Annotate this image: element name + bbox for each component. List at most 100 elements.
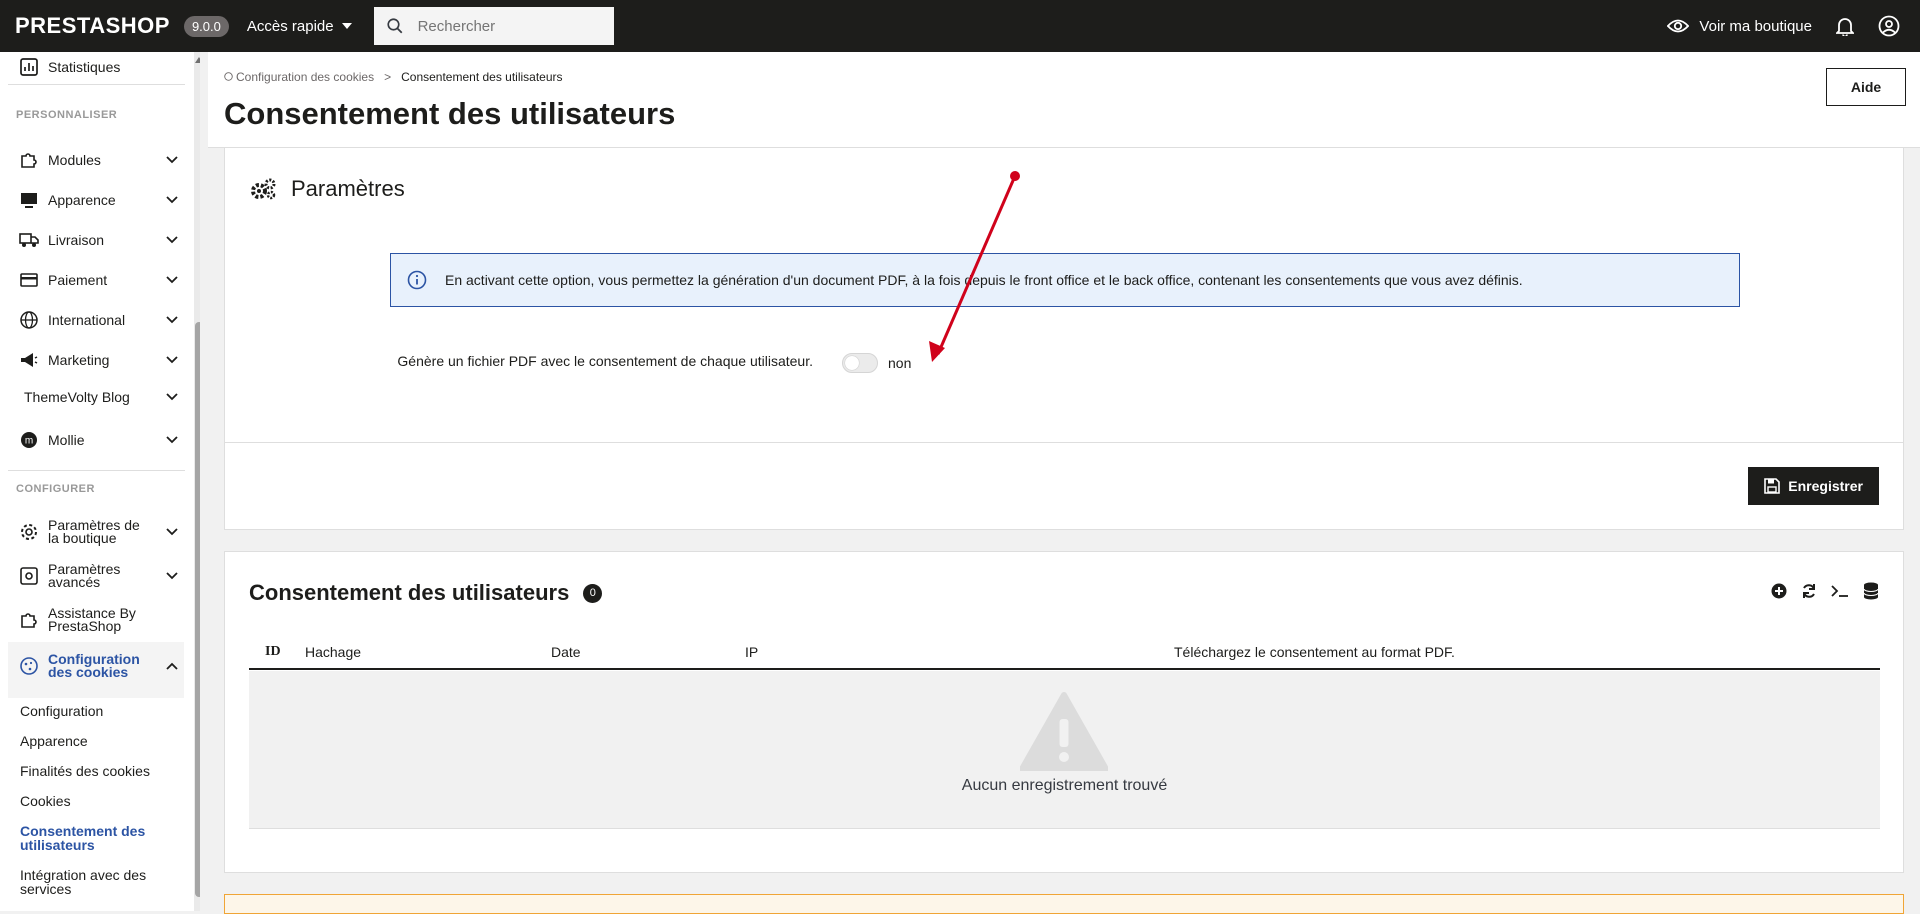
column-date[interactable]: Date (551, 644, 581, 660)
sidebar-scroll-thumb[interactable] (195, 322, 200, 897)
chevron-down-icon (166, 393, 178, 401)
sidebar: Statistiques PERSONNALISER Modules Appar… (0, 52, 200, 911)
sidebar-item-label: Assistance By PrestaShop (48, 605, 136, 634)
user-account-icon[interactable] (1878, 15, 1900, 37)
sidebar-item-label: Livraison (48, 232, 105, 248)
sidebar-subitem-apparence[interactable]: Apparence (20, 734, 88, 748)
sidebar-item-modules[interactable]: Modules (18, 149, 178, 171)
puzzle-icon (18, 609, 40, 631)
settings-box-icon (18, 565, 40, 587)
pdf-option-label: Génère un fichier PDF avec le consenteme… (397, 353, 813, 369)
view-shop-label: Voir ma boutique (1699, 17, 1812, 35)
sidebar-item-label: Modules (48, 152, 101, 168)
panel-footer-divider (225, 442, 1903, 443)
breadcrumb-parent-link[interactable]: Configuration des cookies (224, 70, 374, 84)
version-badge: 9.0.0 (183, 15, 229, 37)
monitor-icon (18, 189, 40, 211)
sidebar-item-label: Mollie (48, 432, 85, 448)
toggle-state-label: non (888, 355, 912, 371)
table-header: ID Hachage Date IP Téléchargez le consen… (249, 638, 1880, 670)
bell-icon[interactable] (1836, 16, 1854, 36)
sidebar-item-parametres-boutique[interactable]: Paramètres de la boutique (18, 517, 178, 546)
column-ip[interactable]: IP (745, 644, 758, 660)
sidebar-subitem-configuration[interactable]: Configuration (20, 704, 103, 718)
breadcrumb-separator: > (384, 70, 392, 84)
chevron-down-icon (166, 316, 178, 324)
empty-table-state: Aucun enregistrement trouvé (249, 671, 1880, 829)
help-button[interactable]: Aide (1826, 68, 1906, 106)
divider (8, 470, 185, 471)
column-hachage[interactable]: Hachage (305, 644, 361, 660)
credit-card-icon (18, 269, 40, 291)
sidebar-item-configuration-cookies[interactable]: Configuration des cookies (18, 651, 178, 680)
mollie-icon: m (18, 429, 40, 451)
caret-down-icon (341, 23, 352, 29)
divider (8, 84, 185, 85)
sidebar-item-label: Paiement (48, 272, 108, 288)
floppy-disk-icon (1764, 478, 1781, 494)
sidebar-item-mollie[interactable]: m Mollie (18, 429, 178, 451)
warning-icon (1020, 692, 1108, 771)
search-input[interactable] (417, 17, 588, 35)
sidebar-item-parametres-avances[interactable]: Paramètres avancés (18, 561, 178, 590)
consent-list-title-text: Consentement des utilisateurs (249, 580, 570, 605)
megaphone-icon (18, 349, 40, 371)
truck-icon (18, 229, 40, 251)
sidebar-item-livraison[interactable]: Livraison (18, 229, 178, 251)
column-pdf: Téléchargez le consentement au format PD… (1174, 644, 1455, 660)
chart-icon (18, 56, 40, 78)
quick-access-dropdown[interactable]: Accès rapide (247, 18, 352, 35)
info-alert: En activant cette option, vous permettez… (390, 253, 1740, 307)
column-id[interactable]: ID (265, 644, 281, 660)
cookie-icon (224, 72, 233, 81)
save-button[interactable]: Enregistrer (1748, 467, 1879, 505)
chevron-down-icon (166, 276, 178, 284)
sidebar-item-label: Configuration des cookies (48, 651, 140, 680)
consent-list-title: Consentement des utilisateurs 0 (249, 580, 603, 606)
view-shop-link[interactable]: Voir ma boutique (1667, 18, 1812, 35)
refresh-icon[interactable] (1801, 583, 1817, 599)
scroll-up-arrow-icon[interactable] (195, 56, 200, 64)
info-text: En activant cette option, vous permettez… (445, 272, 1523, 288)
sidebar-item-label: Marketing (48, 352, 110, 368)
sidebar-item-label: Paramètres de la boutique (48, 517, 140, 546)
sidebar-subitem-cookies[interactable]: Cookies (20, 794, 71, 808)
sidebar-subitem-integration[interactable]: Intégration avec des services (20, 868, 160, 896)
add-circle-icon[interactable] (1771, 583, 1787, 599)
chevron-down-icon (166, 436, 178, 444)
sidebar-item-apparence[interactable]: Apparence (18, 189, 178, 211)
gear-icon (18, 521, 40, 543)
chevron-up-icon (166, 662, 178, 670)
database-icon[interactable] (1863, 582, 1879, 600)
settings-panel-title: Paramètres (249, 176, 405, 202)
sidebar-item-themevolty-blog[interactable]: ThemeVolty Blog (24, 389, 178, 405)
record-count-badge: 0 (583, 583, 603, 603)
chevron-down-icon (166, 156, 178, 164)
section-personnaliser: PERSONNALISER (16, 109, 118, 121)
breadcrumb: Configuration des cookies > Consentement… (224, 70, 563, 84)
save-label: Enregistrer (1788, 478, 1863, 494)
sidebar-item-label: Statistiques (48, 59, 121, 75)
warning-panel-edge (224, 894, 1904, 914)
terminal-icon[interactable] (1831, 584, 1849, 598)
sidebar-subitem-consentement[interactable]: Consentement des utilisateurs (20, 824, 160, 852)
sidebar-item-paiement[interactable]: Paiement (18, 269, 178, 291)
top-bar: PRESTASHOP 9.0.0 Accès rapide Voir ma bo… (0, 0, 1920, 52)
prestashop-logo[interactable]: PRESTASHOP (15, 13, 170, 39)
page-header: Configuration des cookies > Consentement… (208, 52, 1920, 148)
sidebar-item-international[interactable]: International (18, 309, 178, 331)
globe-icon (18, 309, 40, 331)
svg-text:m: m (25, 436, 33, 447)
chevron-down-icon (166, 196, 178, 204)
sidebar-item-label: Paramètres avancés (48, 561, 121, 590)
settings-title-text: Paramètres (291, 176, 405, 201)
search-box[interactable] (373, 7, 614, 45)
section-configurer: CONFIGURER (16, 483, 95, 495)
search-icon (387, 18, 402, 34)
sidebar-item-statistiques[interactable]: Statistiques (18, 56, 178, 78)
breadcrumb-current: Consentement des utilisateurs (401, 70, 563, 84)
sidebar-subitem-finalites[interactable]: Finalités des cookies (20, 764, 150, 778)
sidebar-item-assistance[interactable]: Assistance By PrestaShop (18, 605, 178, 634)
sidebar-item-marketing[interactable]: Marketing (18, 349, 178, 371)
pdf-consent-toggle[interactable] (842, 353, 878, 373)
